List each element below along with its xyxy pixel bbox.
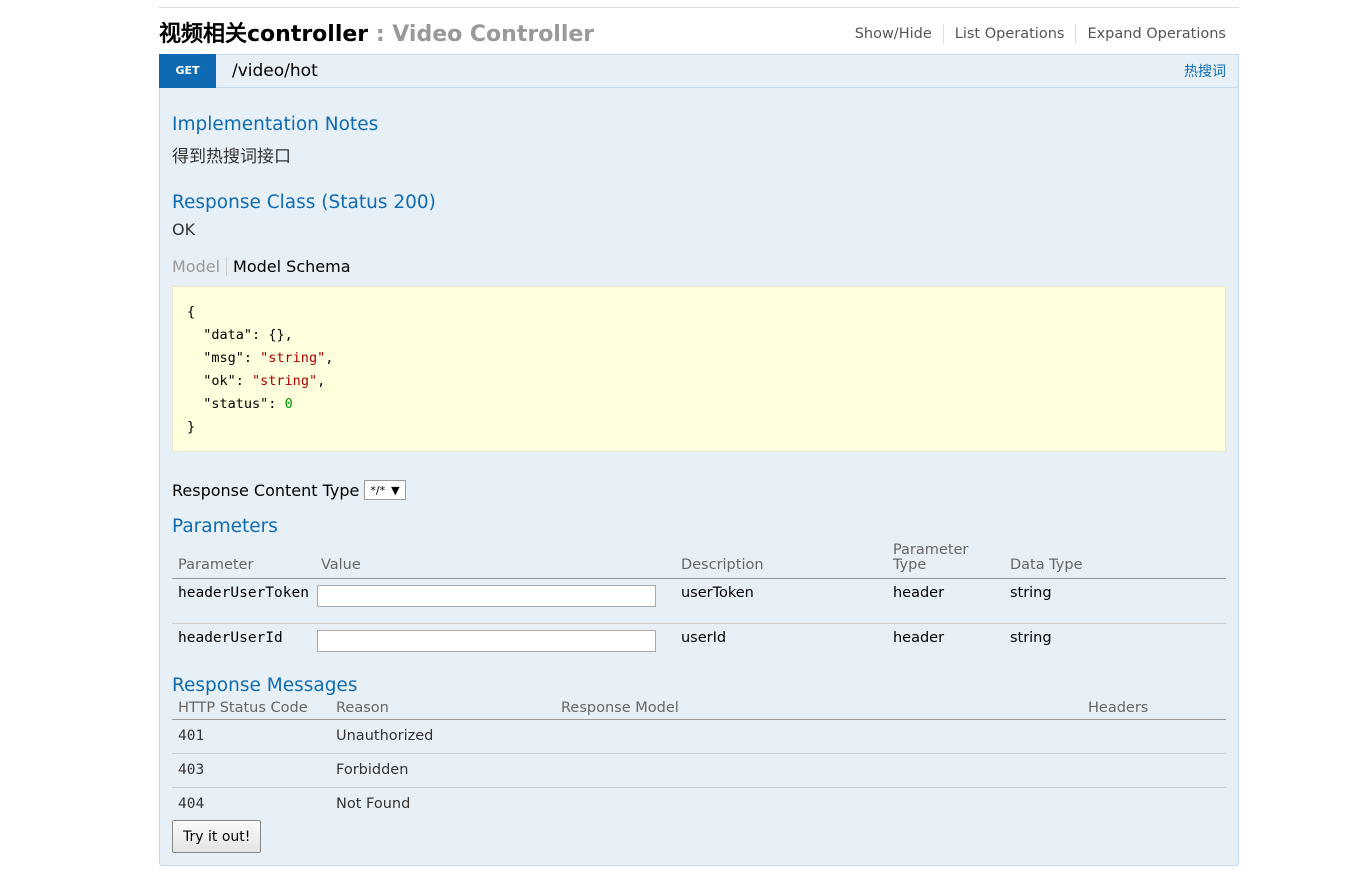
- schema-key: "status": [203, 396, 269, 412]
- tab-model[interactable]: Model: [172, 257, 228, 276]
- operation-content: Implementation Notes 得到热搜词接口 Response Cl…: [160, 88, 1238, 865]
- try-it-out-button[interactable]: Try it out!: [172, 820, 262, 853]
- response-headers: [1082, 787, 1226, 821]
- operation-heading[interactable]: GET /video/hot 热搜词: [159, 53, 1238, 88]
- schema-field: "msg": "string",: [203, 350, 334, 366]
- schema-comma: ,: [317, 373, 326, 389]
- resource-name[interactable]: 视频相关controller: [159, 22, 368, 47]
- header-user-token-input[interactable]: [316, 585, 656, 607]
- resource-separator: :: [368, 22, 393, 47]
- schema-value: 0: [284, 396, 293, 412]
- table-row: 403 Forbidden: [172, 753, 1226, 788]
- column-header: Parameter: [172, 543, 315, 579]
- schema-value: "string": [260, 350, 326, 366]
- schema-key: "ok": [203, 373, 236, 389]
- dropdown-arrow-icon: ▼: [391, 483, 400, 497]
- parameter-type: header: [892, 630, 945, 646]
- show-hide-link[interactable]: Show/Hide: [844, 24, 944, 44]
- column-header: Data Type: [1003, 543, 1226, 579]
- schema-comma: ,: [325, 350, 334, 366]
- expand-operations-link[interactable]: Expand Operations: [1076, 24, 1226, 44]
- schema-key: "data": [203, 327, 253, 343]
- parameters-title: Parameters: [172, 516, 278, 537]
- schema-comma: ,: [284, 327, 293, 343]
- resource-actions: Show/Hide List Operations Expand Operati…: [844, 24, 1239, 44]
- status-code: 403: [172, 753, 330, 788]
- parameter-description: userToken: [674, 578, 887, 624]
- select-value: */*: [370, 483, 386, 497]
- status-code: 404: [178, 796, 205, 813]
- parameter-value-cell: [315, 624, 675, 669]
- column-header: HTTP Status Code: [172, 695, 330, 720]
- status-code: 401: [172, 719, 330, 754]
- resource-section: 视频相关controller : Video Controller Show/H…: [159, 7, 1239, 866]
- implementation-notes-title: Implementation Notes: [172, 114, 379, 135]
- operation-panel: GET /video/hot 热搜词 Implementation Notes …: [159, 53, 1239, 866]
- response-headers: [1082, 753, 1226, 788]
- response-content-type-label: Response Content Type: [172, 480, 360, 500]
- operation-summary[interactable]: 热搜词: [1184, 61, 1226, 81]
- table-row: headerUserToken userToken header string: [172, 578, 1226, 624]
- parameter-name: headerUserToken: [172, 578, 315, 624]
- column-header: Response Model: [555, 695, 1082, 720]
- schema-value: "string": [252, 373, 318, 389]
- response-model: [555, 787, 1082, 821]
- schema-field: "status": 0: [203, 396, 293, 412]
- parameter-data-type: string: [1003, 578, 1226, 624]
- response-messages-title: Response Messages: [172, 674, 358, 696]
- schema-value: {}: [268, 327, 285, 343]
- parameter-value-cell: [314, 578, 675, 624]
- schema-key: "msg": [203, 350, 244, 366]
- schema-close-brace: }: [187, 419, 196, 435]
- parameter-data-type: string: [1009, 630, 1052, 646]
- table-row: 401 Unauthorized: [172, 719, 1226, 754]
- table-header-row: Parameter Value Description Parameter Ty…: [172, 543, 1226, 579]
- http-method-badge[interactable]: GET: [159, 53, 216, 88]
- response-content-type-select[interactable]: */* ▼: [364, 480, 406, 500]
- resource-title[interactable]: 视频相关controller : Video Controller: [159, 16, 594, 48]
- response-model: [555, 719, 1082, 754]
- response-class-text: OK: [172, 220, 196, 239]
- column-header: Reason: [330, 695, 555, 720]
- table-row: 404 Not Found: [172, 787, 1226, 821]
- schema-field: "ok": "string",: [203, 373, 326, 389]
- column-header: Value: [314, 543, 675, 579]
- operation-path[interactable]: /video/hot: [232, 61, 318, 81]
- tab-model-schema[interactable]: Model Schema: [227, 257, 350, 276]
- implementation-notes-text: 得到热搜词接口: [172, 147, 291, 167]
- model-tabs: Model Model Schema: [172, 257, 1226, 276]
- status-reason: Forbidden: [330, 753, 555, 788]
- response-messages-table: HTTP Status Code Reason Response Model H…: [172, 695, 1226, 822]
- status-reason: Unauthorized: [330, 719, 555, 754]
- schema-field: "data": {},: [203, 327, 293, 343]
- column-header: Headers: [1082, 695, 1226, 720]
- response-class-title: Response Class (Status 200): [172, 192, 436, 213]
- response-headers: [1082, 719, 1226, 754]
- table-header-row: HTTP Status Code Reason Response Model H…: [172, 695, 1226, 720]
- header-user-id-input[interactable]: [316, 630, 656, 652]
- parameter-type: header: [886, 578, 1004, 624]
- model-schema-box[interactable]: { "data": {}, "msg": "string", "ok": "st…: [172, 286, 1226, 452]
- column-header: Description: [674, 543, 887, 579]
- parameter-description: userId: [680, 630, 727, 646]
- schema-open-brace: {: [187, 304, 196, 320]
- column-header: Parameter Type: [886, 543, 1004, 579]
- resource-heading: 视频相关controller : Video Controller Show/H…: [159, 8, 1239, 54]
- list-operations-link[interactable]: List Operations: [944, 24, 1077, 44]
- parameter-name: headerUserId: [178, 630, 283, 646]
- table-row: headerUserId userId header string: [172, 624, 1226, 669]
- parameters-table: Parameter Value Description Parameter Ty…: [172, 543, 1226, 669]
- response-model: [555, 753, 1082, 788]
- status-reason: Not Found: [336, 796, 411, 813]
- response-content-type-row: Response Content Type */* ▼: [172, 480, 1226, 500]
- resource-description: Video Controller: [392, 22, 595, 47]
